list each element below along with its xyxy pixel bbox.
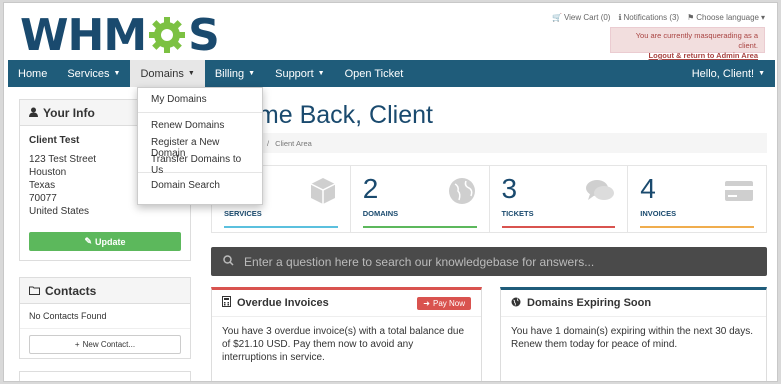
overdue-invoices-title: Overdue Invoices: [237, 297, 329, 309]
menu-renew-domains[interactable]: Renew Domains: [138, 117, 262, 134]
user-icon: [29, 106, 38, 120]
domains-expiring-text: You have 1 domain(s) expiring within the…: [511, 326, 753, 350]
menu-domain-search[interactable]: Domain Search: [138, 177, 262, 194]
view-cart-link[interactable]: 🛒 View Cart (0): [552, 13, 611, 22]
overdue-invoices-panel: Overdue Invoices ➜ Pay Now You have 3 ov…: [211, 287, 482, 381]
overdue-invoices-header: Overdue Invoices ➜ Pay Now: [212, 290, 481, 317]
domains-expiring-header: Domains Expiring Soon: [501, 290, 766, 317]
contacts-empty-text: No Contacts Found: [20, 304, 190, 329]
tile-bar: [640, 226, 754, 228]
comments-icon: [585, 176, 615, 206]
menu-register-domain[interactable]: Register a New Domain: [138, 134, 262, 159]
masquerade-alert: You are currently masquerading as a clie…: [610, 27, 765, 60]
tile-bar: [224, 226, 338, 228]
your-info-title: Your Info: [43, 105, 95, 120]
cart-icon: 🛒: [551, 13, 562, 22]
whmcs-logo[interactable]: WHM S: [20, 10, 220, 61]
calculator-icon: [222, 296, 231, 310]
breadcrumb: / Client Area: [211, 133, 767, 153]
caret-down-icon: ▼: [113, 70, 121, 77]
credit-card-icon: [724, 176, 754, 206]
contacts-header: Contacts: [20, 278, 190, 304]
tile-domains[interactable]: 2 DOMAINS: [351, 166, 490, 232]
breadcrumb-current: Client Area: [275, 138, 312, 148]
language-select[interactable]: ⚑ Choose language ▾: [687, 13, 765, 22]
nav-support[interactable]: Support ▼: [265, 60, 334, 87]
contacts-title: Contacts: [45, 283, 97, 298]
info-icon: ℹ: [618, 13, 622, 22]
notifications-link[interactable]: ℹ Notifications (3): [618, 13, 679, 22]
tile-label: TICKETS: [501, 209, 534, 218]
domains-expiring-title: Domains Expiring Soon: [527, 297, 652, 309]
top-bar: 🛒 View Cart (0) ℹ Notifications (3) ⚑ Choos…: [552, 13, 765, 22]
folder-icon: [29, 284, 40, 298]
nav-home[interactable]: Home: [8, 60, 57, 87]
update-button[interactable]: ✎ Update: [29, 232, 181, 251]
globe-icon: [511, 297, 521, 310]
domains-expiring-panel: Domains Expiring Soon You have 1 domain(…: [500, 287, 767, 381]
language-icon: ⚑: [687, 13, 695, 22]
search-icon: [223, 254, 234, 269]
return-admin-link[interactable]: Logout & return to Admin Area: [649, 51, 758, 60]
domains-dropdown: My Domains Renew Domains Register a New …: [137, 87, 263, 205]
pay-now-button[interactable]: ➜ Pay Now: [417, 296, 471, 310]
nav-domains[interactable]: Domains ▼: [130, 60, 205, 87]
menu-my-domains[interactable]: My Domains: [138, 91, 262, 108]
caret-down-icon: ▼: [248, 70, 256, 77]
contacts-panel: Contacts No Contacts Found + New Contact…: [19, 277, 191, 359]
nav-open-ticket[interactable]: Open Ticket: [335, 60, 414, 87]
nav-billing[interactable]: Billing ▼: [205, 60, 265, 87]
tile-invoices[interactable]: 4 INVOICES: [628, 166, 766, 232]
pencil-icon: ✎: [84, 236, 93, 246]
sidebar-panel-partial: [19, 371, 191, 381]
nav-services[interactable]: Services ▼: [57, 60, 130, 87]
new-contact-button[interactable]: + New Contact...: [29, 335, 181, 354]
page-title: ome Back, Client: [244, 101, 433, 129]
tile-tickets[interactable]: 3 TICKETS: [490, 166, 629, 232]
browser-frame: WHM S 🛒 View Cart (0) ℹ Notifications (3…: [3, 2, 778, 382]
caret-down-icon: ▼: [317, 70, 325, 77]
menu-divider: [138, 112, 262, 113]
kb-search-input[interactable]: Enter a question here to search our know…: [211, 247, 767, 276]
tile-label: INVOICES: [640, 209, 677, 218]
tile-bar: [501, 226, 616, 228]
cube-icon: [308, 176, 338, 206]
caret-down-icon: ▾: [760, 13, 765, 22]
masquerade-text: You are currently masquerading as a clie…: [635, 31, 758, 50]
tile-label: SERVICES: [224, 209, 262, 218]
main-nav: Home Services ▼ Domains ▼ Billing ▼ Support…: [8, 60, 775, 87]
caret-down-icon: ▼: [187, 70, 195, 77]
caret-down-icon: ▼: [758, 70, 765, 77]
logo-text-right: S: [188, 9, 220, 61]
gear-icon: [147, 15, 187, 55]
breadcrumb-separator: /: [267, 138, 270, 148]
tile-bar: [362, 226, 477, 228]
menu-transfer-domains[interactable]: Transfer Domains to Us: [138, 151, 262, 176]
address-country: United States: [29, 206, 90, 217]
plus-icon: +: [74, 340, 80, 349]
overdue-invoices-text: You have 3 overdue invoice(s) with a tot…: [222, 326, 465, 363]
globe-icon: [447, 176, 477, 206]
arrow-right-icon: ➜: [423, 298, 430, 308]
logo-text-left: WHM: [20, 9, 147, 61]
nav-account[interactable]: Hello, Client! ▼: [682, 60, 775, 87]
kb-search-placeholder: Enter a question here to search our know…: [244, 254, 595, 269]
tile-label: DOMAINS: [362, 209, 399, 218]
stat-tiles: 1 SERVICES 2 DOMAINS 3 TICKETS 4 INVOI: [211, 165, 767, 233]
